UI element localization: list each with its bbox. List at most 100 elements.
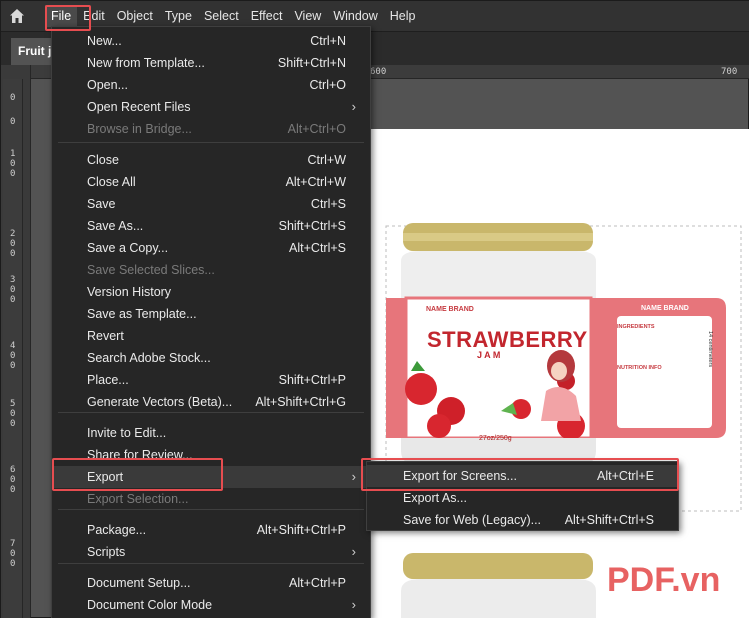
brand-text: NAME BRAND	[426, 306, 474, 313]
menu-item-label: New from Template...	[87, 56, 205, 70]
menu-item-label: Open Recent Files	[87, 100, 191, 114]
menu-item-label: Invite to Edit...	[87, 426, 167, 440]
file-menu-item-invite-to-edit[interactable]: Invite to Edit...	[52, 422, 370, 444]
menu-item-shortcut: Alt+Shift+Ctrl+P	[256, 523, 346, 537]
ruler-label: 0	[10, 93, 16, 103]
file-menu-item-document-setup[interactable]: Document Setup... Alt+Ctrl+P	[52, 572, 370, 594]
file-menu-item-open[interactable]: Open... Ctrl+O	[52, 74, 370, 96]
ruler-label: 5 0 0	[10, 399, 16, 429]
file-menu-item-close[interactable]: Close Ctrl+W	[52, 149, 370, 171]
file-menu-item-revert[interactable]: Revert	[52, 325, 370, 347]
menu-item-label: Save As...	[87, 219, 144, 233]
file-menu-item-scripts[interactable]: Scripts ›	[52, 541, 370, 563]
home-icon[interactable]	[1, 1, 33, 31]
file-menu-item-close-all[interactable]: Close All Alt+Ctrl+W	[52, 171, 370, 193]
menu-item-label: Document Setup...	[87, 576, 191, 590]
ruler-label: 6 0 0	[10, 465, 16, 495]
file-menu-item-place[interactable]: Place... Shift+Ctrl+P	[52, 369, 370, 391]
menu-item-shortcut: Ctrl+N	[310, 34, 346, 48]
product-title: STRAWBERRY	[427, 327, 588, 352]
file-menu-item-new[interactable]: New... Ctrl+N	[52, 30, 370, 52]
file-menu-item-export-selection: Export Selection...	[52, 488, 370, 510]
menu-separator	[58, 563, 364, 564]
file-menu-item-new-from-template[interactable]: New from Template... Shift+Ctrl+N	[52, 52, 370, 74]
menu-type[interactable]: Type	[159, 5, 198, 27]
ruler-label: 1 0 0	[10, 149, 16, 179]
ruler-label: 600	[370, 67, 387, 77]
menu-item-label: Open...	[87, 78, 128, 92]
menu-item-label: Document Color Mode	[87, 598, 213, 612]
export-for-screens-highlight	[361, 458, 679, 491]
file-menu-item-search-adobe-stock[interactable]: Search Adobe Stock...	[52, 347, 370, 369]
menu-item-label: Save as Template...	[87, 307, 197, 321]
menu-item-label: Scripts	[87, 545, 126, 559]
product-subtitle: J A M	[477, 350, 501, 360]
menu-item-shortcut: Shift+Ctrl+P	[278, 373, 346, 387]
menu-item-shortcut: Alt+Shift+Ctrl+S	[564, 513, 654, 527]
file-menu-item-generate-vectors-beta[interactable]: Generate Vectors (Beta)... Alt+Shift+Ctrl…	[52, 391, 370, 413]
menu-item-label: Save Selected Slices...	[87, 263, 215, 277]
menu-item-label: Browse in Bridge...	[87, 122, 192, 136]
ruler-label: 7 0 0	[10, 539, 16, 569]
menu-item-label: Version History	[87, 285, 172, 299]
jar-artwork[interactable]	[381, 221, 749, 618]
file-menu-item-version-history[interactable]: Version History	[52, 281, 370, 303]
menu-item-shortcut: Alt+Ctrl+O	[287, 122, 346, 136]
menu-item-shortcut: Shift+Ctrl+S	[278, 219, 346, 233]
menu-item-label: Close	[87, 153, 119, 167]
menu-item-shortcut: Alt+Shift+Ctrl+G	[255, 395, 346, 409]
ruler-label: 0	[10, 117, 16, 127]
ruler-label: 700	[721, 67, 738, 77]
file-menu-item-save-a-copy[interactable]: Save a Copy... Alt+Ctrl+S	[52, 237, 370, 259]
menu-item-label: Search Adobe Stock...	[87, 351, 211, 365]
file-menu-item-save-as[interactable]: Save As... Shift+Ctrl+S	[52, 215, 370, 237]
menu-item-label: Close All	[87, 175, 136, 189]
file-menu-item-open-recent-files[interactable]: Open Recent Files ›	[52, 96, 370, 118]
menu-item-shortcut: Ctrl+O	[309, 78, 346, 92]
file-menu-highlight	[45, 5, 91, 31]
ruler-label: 3 0 0	[10, 275, 16, 305]
size-note: 14 centimeters	[707, 331, 713, 368]
export-item-highlight	[52, 458, 223, 491]
menu-item-label: New...	[87, 34, 122, 48]
chevron-right-icon: ›	[351, 99, 356, 114]
menu-separator	[58, 142, 364, 143]
file-menu-item-package[interactable]: Package... Alt+Shift+Ctrl+P	[52, 519, 370, 541]
menu-view[interactable]: View	[288, 5, 327, 27]
menu-item-label: Revert	[87, 329, 124, 343]
menu-item-shortcut: Ctrl+W	[307, 153, 346, 167]
menu-item-shortcut: Ctrl+S	[310, 197, 346, 211]
menu-effect[interactable]: Effect	[245, 5, 289, 27]
menu-item-shortcut: Alt+Ctrl+S	[289, 241, 346, 255]
file-menu-item-save-as-template[interactable]: Save as Template...	[52, 303, 370, 325]
watermark-logo: PDF.vn	[607, 561, 721, 599]
ruler-label: 2 0 0	[10, 229, 16, 259]
menu-item-label: Place...	[87, 373, 129, 387]
menu-window[interactable]: Window	[327, 5, 383, 27]
export-menu-item-save-for-web-legacy[interactable]: Save for Web (Legacy)... Alt+Shift+Ctrl+S	[367, 509, 678, 531]
nutrition-heading: NUTRITION INFO	[617, 365, 662, 371]
weight-text: 27oz/250g	[479, 435, 512, 442]
menu-item-label: Package...	[87, 523, 147, 537]
side-brand-text: NAME BRAND	[641, 305, 689, 312]
vertical-ruler: 0 0 1 0 0 2 0 0 3 0 0 4 0 0 5 0 0 6 0 0 …	[3, 79, 23, 618]
menu-item-label: Generate Vectors (Beta)...	[87, 395, 233, 409]
menu-help[interactable]: Help	[384, 5, 422, 27]
menu-item-label: Save	[87, 197, 116, 211]
ruler-label: 4 0 0	[10, 341, 16, 371]
menu-object[interactable]: Object	[111, 5, 159, 27]
menu-item-label: Export Selection...	[87, 492, 189, 506]
ingredients-heading: INGREDIENTS	[617, 324, 655, 330]
file-menu: New... Ctrl+N New from Template... Shift+Ct…	[51, 26, 371, 618]
file-menu-item-save-selected-slices: Save Selected Slices...	[52, 259, 370, 281]
menu-item-shortcut: Shift+Ctrl+N	[277, 56, 346, 70]
menu-item-shortcut: Alt+Ctrl+W	[285, 175, 346, 189]
file-menu-item-save[interactable]: Save Ctrl+S	[52, 193, 370, 215]
file-menu-item-document-color-mode[interactable]: Document Color Mode ›	[52, 594, 370, 616]
menu-item-shortcut: Alt+Ctrl+P	[289, 576, 346, 590]
menu-item-label: Save a Copy...	[87, 241, 169, 255]
menu-select[interactable]: Select	[198, 5, 245, 27]
menu-item-label: Export As...	[403, 491, 467, 505]
menu-item-label: Save for Web (Legacy)...	[403, 513, 542, 527]
chevron-right-icon: ›	[351, 469, 356, 484]
